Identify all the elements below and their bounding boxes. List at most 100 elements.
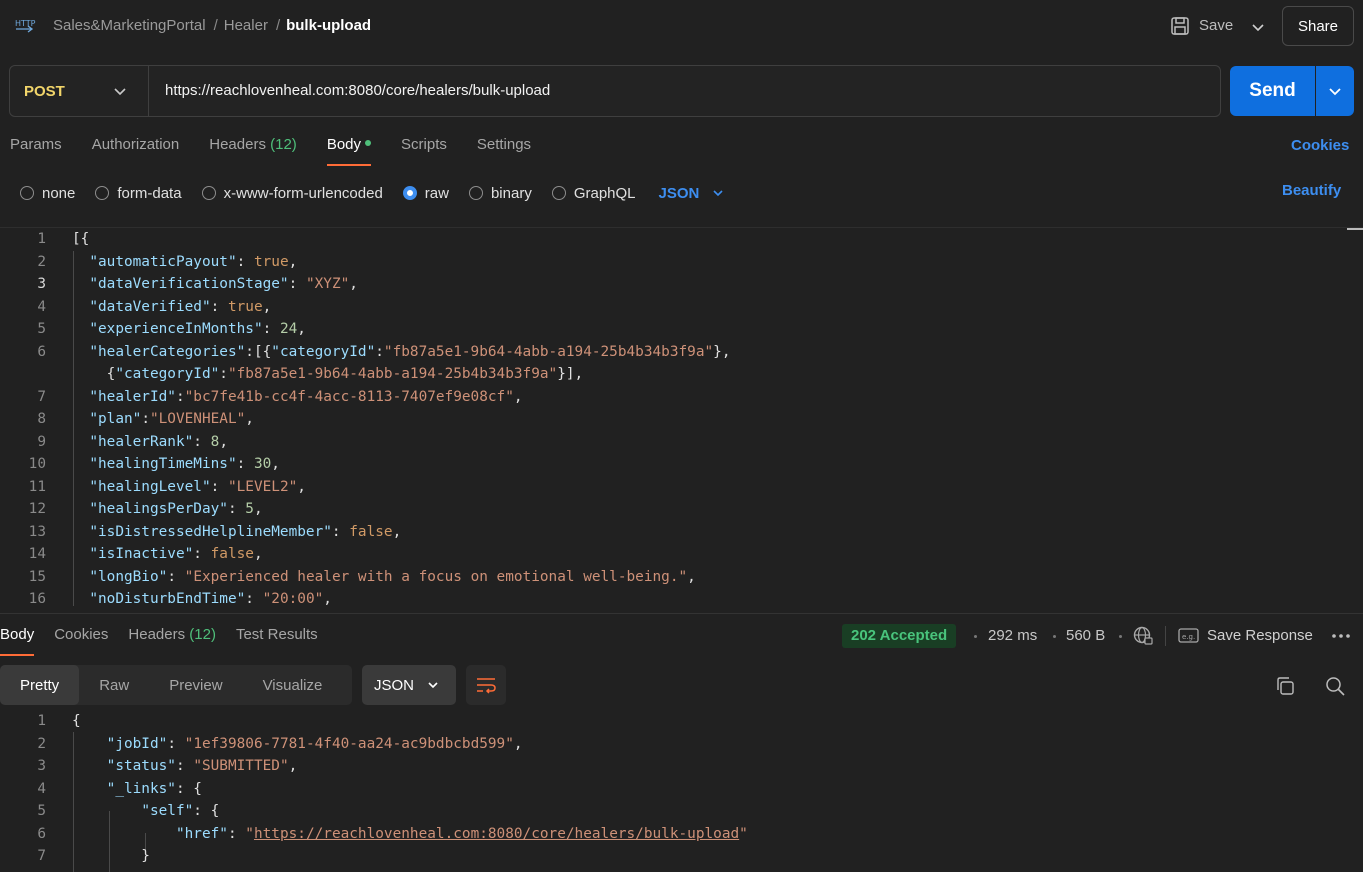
url-input[interactable]: https://reachlovenheal.com:8080/core/hea… bbox=[165, 82, 550, 99]
save-options-chevron-icon[interactable] bbox=[1245, 14, 1271, 40]
code-line[interactable]: 13 "isDistressedHelplineMember": false, bbox=[0, 521, 1363, 543]
tab-headers[interactable]: Headers (12) bbox=[209, 136, 297, 166]
body-type-form-data[interactable]: form-data bbox=[95, 185, 182, 202]
save-icon[interactable] bbox=[1170, 16, 1190, 36]
json-punctuation bbox=[245, 456, 254, 472]
code-line[interactable]: 7 } bbox=[0, 845, 1363, 867]
view-pretty[interactable]: Pretty bbox=[0, 665, 80, 705]
wrap-lines-button[interactable] bbox=[466, 665, 506, 705]
radio-urlencoded[interactable] bbox=[201, 186, 216, 200]
code-line[interactable]: 15 "longBio": "Experienced healer with a… bbox=[0, 566, 1363, 588]
radio-form-data[interactable] bbox=[95, 186, 110, 200]
code-text: "healingLevel": "LEVEL2", bbox=[72, 476, 306, 498]
send-button[interactable]: Send bbox=[1230, 66, 1315, 116]
chevron-down-icon bbox=[1329, 88, 1341, 96]
json-string: "LOVENHEAL" bbox=[149, 411, 246, 427]
code-line[interactable]: 4 "dataVerified": true, bbox=[0, 296, 1363, 318]
json-punctuation: : bbox=[210, 478, 220, 495]
pane-divider[interactable] bbox=[0, 613, 1363, 614]
code-line[interactable]: 4 "_links": { bbox=[0, 778, 1363, 800]
tab-settings[interactable]: Settings bbox=[477, 136, 531, 166]
json-punctuation: , bbox=[513, 735, 523, 752]
tab-body[interactable]: Body bbox=[326, 136, 372, 166]
network-globe-icon[interactable] bbox=[1132, 625, 1154, 647]
code-line[interactable]: 8 "plan":"LOVENHEAL", bbox=[0, 408, 1363, 430]
cookies-link[interactable]: Cookies bbox=[1291, 137, 1349, 154]
tab-params[interactable]: Params bbox=[10, 136, 62, 166]
code-line[interactable]: 3 "dataVerificationStage": "XYZ", bbox=[0, 273, 1363, 295]
code-line[interactable]: 9 "healerRank": 8, bbox=[0, 431, 1363, 453]
beautify-button[interactable]: Beautify bbox=[1282, 182, 1341, 199]
share-button[interactable]: Share bbox=[1282, 6, 1354, 46]
code-line[interactable]: 1{ bbox=[0, 710, 1363, 732]
method-divider bbox=[148, 66, 149, 116]
code-line[interactable]: 7 "healerId":"bc7fe41b-cc4f-4acc-8113-74… bbox=[0, 386, 1363, 408]
body-type-raw[interactable]: raw bbox=[402, 185, 449, 202]
code-line[interactable]: 10 "healingTimeMins": 30, bbox=[0, 453, 1363, 475]
send-options-button[interactable] bbox=[1316, 66, 1354, 116]
body-type-urlencoded[interactable]: x-www-form-urlencoded bbox=[201, 185, 383, 202]
view-preview[interactable]: Preview bbox=[149, 665, 242, 705]
response-tab-test-results[interactable]: Test Results bbox=[236, 626, 318, 654]
body-format-select[interactable]: JSON bbox=[659, 185, 726, 202]
method-chevron-icon[interactable] bbox=[110, 81, 130, 101]
method-select[interactable]: POST bbox=[24, 83, 65, 100]
code-line[interactable]: 6 "href": "https://reachlovenheal.com:80… bbox=[0, 823, 1363, 845]
response-tab-body[interactable]: Body bbox=[0, 626, 35, 656]
code-line[interactable]: {"categoryId":"fb87a5e1-9b64-4abb-a194-2… bbox=[0, 363, 1363, 385]
json-key: "healingsPerDay" bbox=[89, 501, 228, 517]
response-format-select[interactable]: JSON bbox=[362, 665, 456, 705]
code-text: "status": "SUBMITTED", bbox=[72, 755, 298, 777]
code-line[interactable]: 5 "experienceInMonths": 24, bbox=[0, 318, 1363, 340]
body-type-none[interactable]: none bbox=[20, 185, 75, 202]
code-line[interactable]: 12 "healingsPerDay": 5, bbox=[0, 498, 1363, 520]
json-string: " bbox=[245, 825, 254, 842]
code-line[interactable]: 1 [{ bbox=[0, 228, 1363, 250]
view-raw[interactable]: Raw bbox=[79, 665, 149, 705]
radio-none[interactable] bbox=[20, 186, 34, 200]
request-tabs: Params Authorization Headers (12) Body S… bbox=[10, 136, 561, 166]
response-body-viewer[interactable]: 1{2 "jobId": "1ef39806-7781-4f40-aa24-ac… bbox=[0, 710, 1363, 872]
request-body-editor[interactable]: 1[{2 "automaticPayout": true, 3 "dataVeri… bbox=[0, 227, 1363, 606]
line-number: 7 bbox=[37, 848, 46, 864]
editor-scrollbar[interactable] bbox=[1347, 228, 1363, 230]
copy-icon[interactable] bbox=[1274, 675, 1296, 697]
radio-raw[interactable] bbox=[402, 186, 417, 200]
body-type-graphql[interactable]: GraphQL bbox=[551, 185, 636, 202]
response-size[interactable]: 560 B bbox=[1066, 627, 1105, 644]
line-number: 3 bbox=[37, 276, 46, 292]
save-button[interactable]: Save bbox=[1199, 17, 1233, 34]
save-response-button[interactable]: Save Response bbox=[1207, 627, 1313, 644]
code-line[interactable]: 11 "healingLevel": "LEVEL2", bbox=[0, 476, 1363, 498]
json-number: 30 bbox=[253, 456, 272, 472]
json-key: "longBio" bbox=[89, 568, 168, 585]
save-response-icon[interactable]: e.g. bbox=[1178, 626, 1200, 646]
tab-authorization[interactable]: Authorization bbox=[92, 136, 180, 166]
code-line[interactable]: 6 "healerCategories":[{"categoryId":"fb8… bbox=[0, 341, 1363, 363]
tab-scripts[interactable]: Scripts bbox=[401, 136, 447, 166]
radio-binary[interactable] bbox=[468, 186, 483, 200]
breadcrumb-folder[interactable]: Healer bbox=[224, 17, 268, 34]
radio-graphql[interactable] bbox=[551, 186, 566, 200]
code-line[interactable]: 16 "noDisturbEndTime": "20:00", bbox=[0, 588, 1363, 606]
breadcrumb-collection[interactable]: Sales&MarketingPortal bbox=[53, 17, 206, 34]
code-line[interactable]: 2 "automaticPayout": true, bbox=[0, 251, 1363, 273]
request-name[interactable]: bulk-upload bbox=[286, 17, 371, 34]
response-tab-headers[interactable]: Headers (12) bbox=[128, 626, 216, 654]
response-tab-cookies[interactable]: Cookies bbox=[54, 626, 108, 654]
json-number: 24 bbox=[279, 321, 298, 337]
json-string: "SUBMITTED" bbox=[193, 758, 289, 774]
search-icon[interactable] bbox=[1324, 675, 1346, 697]
code-line[interactable]: 3 "status": "SUBMITTED", bbox=[0, 755, 1363, 777]
status-badge[interactable]: 202 Accepted bbox=[842, 624, 957, 648]
response-time[interactable]: 292 ms bbox=[988, 627, 1037, 644]
json-link[interactable]: https://reachlovenheal.com:8080/core/hea… bbox=[254, 826, 739, 842]
code-line[interactable]: 14 "isInactive": false, bbox=[0, 543, 1363, 565]
code-line[interactable]: 5 "self": { bbox=[0, 800, 1363, 822]
body-type-binary[interactable]: binary bbox=[468, 185, 532, 202]
breadcrumb: Sales&MarketingPortal / Healer / bulk-upload bbox=[53, 17, 377, 34]
code-line[interactable]: 2 "jobId": "1ef39806-7781-4f40-aa24-ac9b… bbox=[0, 733, 1363, 755]
more-options-icon[interactable] bbox=[1331, 632, 1351, 640]
code-text: {"categoryId":"fb87a5e1-9b64-4abb-a194-2… bbox=[72, 363, 584, 385]
view-visualize[interactable]: Visualize bbox=[243, 665, 343, 705]
